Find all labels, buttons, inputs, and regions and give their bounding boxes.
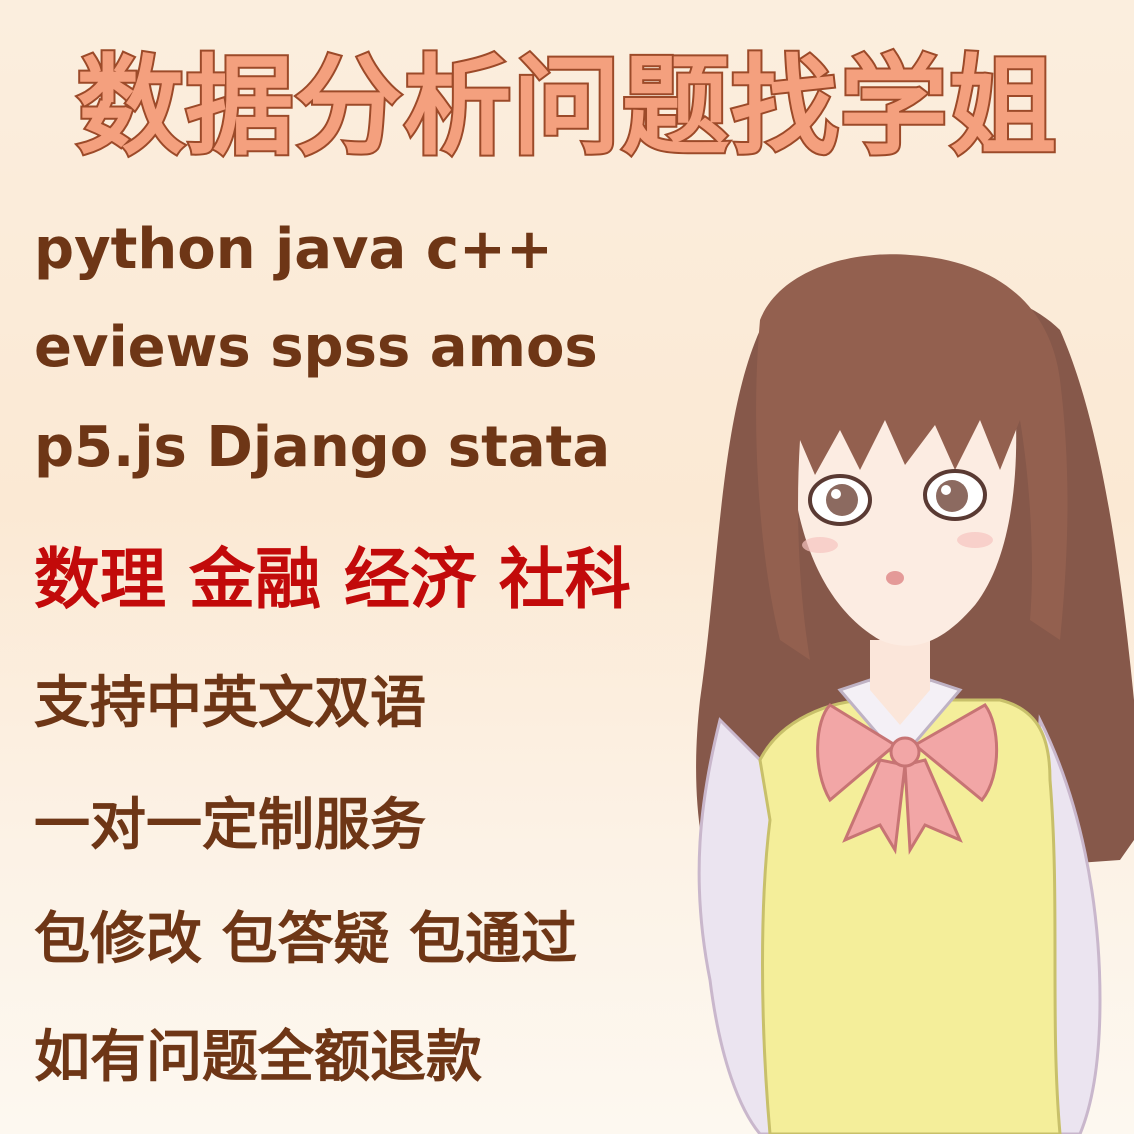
tech-line-1: python java c++ bbox=[34, 217, 553, 282]
left-blush bbox=[802, 537, 838, 553]
bilingual-line: 支持中英文双语 bbox=[34, 671, 426, 736]
fields-line: 数理 金融 经济 社科 bbox=[34, 541, 631, 618]
guarantee-line: 包修改 包答疑 包通过 bbox=[34, 907, 577, 972]
poster: 数据分析问题找学姐 python java c++ eviews spss am… bbox=[0, 0, 1134, 1134]
mouth bbox=[886, 571, 904, 585]
custom-service-line: 一对一定制服务 bbox=[34, 793, 426, 858]
tech-line-3: p5.js Django stata bbox=[34, 415, 611, 480]
tech-line-2: eviews spss amos bbox=[34, 315, 598, 380]
headline: 数据分析问题找学姐 bbox=[74, 43, 1058, 172]
refund-line: 如有问题全额退款 bbox=[34, 1025, 482, 1090]
right-blush bbox=[957, 532, 993, 548]
